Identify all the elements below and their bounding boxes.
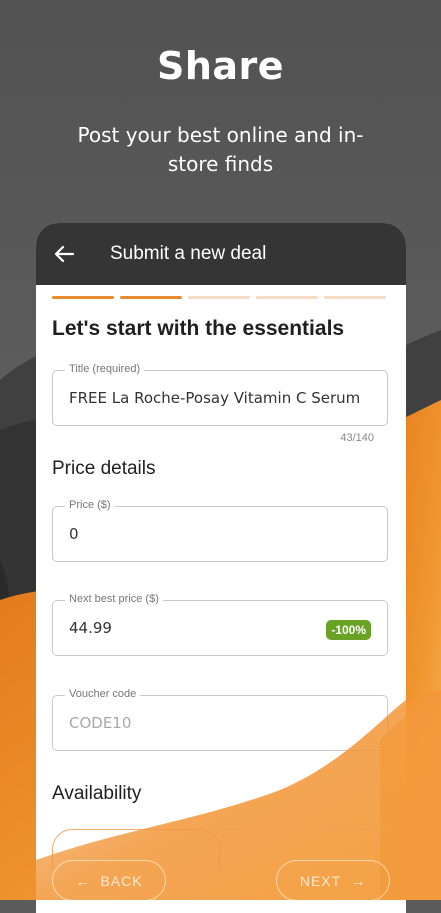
availability-option-divider (220, 829, 390, 830)
voucher-field-label: Voucher code (65, 688, 141, 700)
progress-step (324, 296, 386, 299)
hero-title: Share (156, 44, 285, 88)
next-button[interactable]: NEXT → (276, 860, 390, 901)
progress-step (52, 296, 114, 299)
price-field[interactable]: Price ($) 0 (52, 499, 388, 562)
next-best-price-label: Next best price ($) (65, 593, 163, 605)
price-field-value: 0 (69, 525, 79, 543)
next-best-price-value: 44.99 (69, 619, 112, 637)
title-field[interactable]: Title (required) FREE La Roche-Posay Vit… (52, 363, 388, 426)
hero-subtitle: Post your best online and in-store finds (77, 123, 364, 176)
app-bar: Submit a new deal (36, 223, 406, 285)
availability-heading: Availability (52, 783, 142, 804)
title-field-value: FREE La Roche-Posay Vitamin C Serum (69, 389, 361, 407)
title-field-label: Title (required) (65, 363, 145, 375)
price-details-heading: Price details (52, 458, 156, 479)
back-button[interactable]: ← BACK (52, 860, 166, 901)
progress-step (188, 296, 250, 299)
title-char-counter: 43/140 (340, 432, 374, 444)
section-title: Let's start with the essentials (52, 317, 345, 340)
next-button-label: NEXT (299, 872, 342, 889)
voucher-field[interactable]: Voucher code CODE10 (52, 688, 388, 751)
arrow-right-icon: → (351, 872, 367, 889)
step-progress (52, 296, 386, 299)
phone-screen: Submit a new deal Let's start with the e… (36, 223, 406, 913)
arrow-left-icon: ← (75, 872, 91, 889)
back-button-label: BACK (100, 872, 143, 889)
price-field-label: Price ($) (65, 499, 115, 511)
progress-step (256, 296, 318, 299)
progress-step (120, 296, 182, 299)
voucher-placeholder: CODE10 (69, 714, 132, 732)
next-best-price-field[interactable]: Next best price ($) 44.99 -100% (52, 593, 388, 656)
appbar-title: Submit a new deal (110, 243, 267, 264)
back-arrow-icon[interactable] (36, 223, 92, 285)
discount-badge: -100% (326, 620, 371, 640)
